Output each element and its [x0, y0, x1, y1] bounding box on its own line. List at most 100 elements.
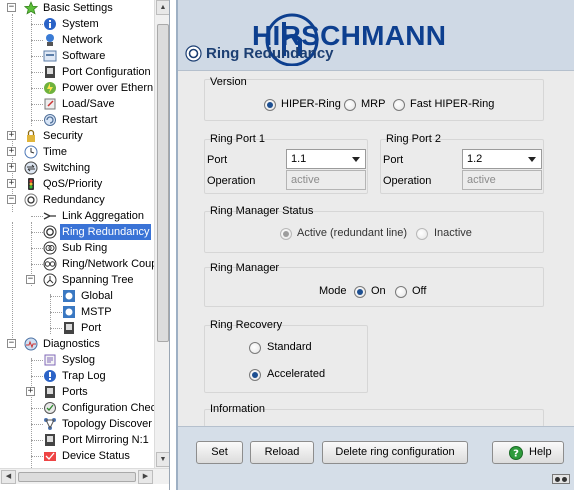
scroll-thumb-horizontal[interactable] — [18, 472, 136, 482]
accelerated-radio[interactable] — [249, 369, 261, 381]
hiper-ring-label[interactable]: HIPER-Ring — [281, 98, 341, 110]
tree-item-label[interactable]: System — [60, 16, 101, 32]
standard-label[interactable]: Standard — [267, 341, 312, 353]
tree-item-label[interactable]: Ports — [60, 384, 90, 400]
collapse-icon[interactable]: − — [26, 275, 35, 284]
tree-item-label[interactable]: Device Status — [60, 448, 132, 464]
collapse-icon[interactable]: − — [7, 195, 16, 204]
tree-item-label[interactable]: Redundancy — [41, 192, 107, 208]
tree-item-label[interactable]: MSTP — [79, 304, 114, 320]
tree-item[interactable]: Port Configuration — [0, 64, 154, 80]
tree-item[interactable]: + Security — [0, 128, 154, 144]
tree-item-label[interactable]: QoS/Priority — [41, 176, 104, 192]
star-icon — [23, 1, 39, 15]
tree-vertical-scrollbar[interactable]: ▲ ▼ — [154, 0, 169, 468]
tree-item[interactable]: Port — [0, 320, 154, 336]
tree-connector — [31, 264, 43, 265]
mrp-label[interactable]: MRP — [361, 98, 385, 110]
tree-item[interactable]: System — [0, 16, 154, 32]
tree-item-label[interactable]: Port Mirroring N:1 — [60, 432, 151, 448]
tree-item-label[interactable]: Configuration Chec — [60, 400, 154, 416]
set-button[interactable]: Set — [196, 441, 243, 464]
tree-item-label[interactable]: Link Aggregation — [60, 208, 146, 224]
tree-item-label[interactable]: Security — [41, 128, 85, 144]
tree-horizontal-scrollbar[interactable]: ◀ ▶ — [0, 468, 169, 484]
tree-item-label[interactable]: Basic Settings — [41, 0, 115, 16]
accelerated-label[interactable]: Accelerated — [267, 368, 325, 380]
tree-item-label[interactable]: Sub Ring — [60, 240, 109, 256]
expand-icon[interactable]: + — [7, 179, 16, 188]
tree-item[interactable]: − Spanning Tree — [0, 272, 154, 288]
expand-icon[interactable]: + — [7, 131, 16, 140]
mrp-radio[interactable] — [344, 99, 356, 111]
tree-item-label[interactable]: Global — [79, 288, 115, 304]
mode-off-label[interactable]: Off — [412, 285, 426, 297]
expand-icon[interactable]: + — [7, 147, 16, 156]
tree-item[interactable]: Sub Ring — [0, 240, 154, 256]
tree-item[interactable]: Software — [0, 48, 154, 64]
tree-item[interactable]: − Redundancy — [0, 192, 154, 208]
hiper-ring-radio[interactable] — [264, 99, 276, 111]
tree-item-label[interactable]: Trap Log — [60, 368, 108, 384]
expand-icon[interactable]: + — [7, 163, 16, 172]
tree-item[interactable]: + Ports — [0, 384, 154, 400]
mode-off-radio[interactable] — [395, 286, 407, 298]
tree-item[interactable]: − Basic Settings — [0, 0, 154, 16]
tree-item-label[interactable]: Power over Ethern — [60, 80, 154, 96]
tree-item-label[interactable]: Time — [41, 144, 69, 160]
chevron-down-icon[interactable] — [352, 157, 360, 162]
tree-item[interactable]: Ring/Network Coup — [0, 256, 154, 272]
tree-item-label[interactable]: Load/Save — [60, 96, 117, 112]
tree-item[interactable]: − Diagnostics — [0, 336, 154, 352]
collapse-icon[interactable]: − — [7, 339, 16, 348]
tree-item[interactable]: + Time — [0, 144, 154, 160]
standard-radio[interactable] — [249, 342, 261, 354]
tree-item-label[interactable]: Topology Discover — [60, 416, 154, 432]
tree-item-label[interactable]: Port — [79, 320, 103, 336]
fast-hiper-ring-label[interactable]: Fast HIPER-Ring — [410, 98, 494, 110]
fast-hiper-ring-radio[interactable] — [393, 99, 405, 111]
tree-item[interactable]: Power over Ethern — [0, 80, 154, 96]
scroll-right-icon[interactable]: ▶ — [138, 470, 153, 484]
tree-item-label[interactable]: Syslog — [60, 352, 97, 368]
tree-item-label[interactable]: Restart — [60, 112, 99, 128]
scroll-thumb[interactable] — [157, 24, 169, 342]
tree-item[interactable]: MSTP — [0, 304, 154, 320]
tree-item-label[interactable]: Diagnostics — [41, 336, 102, 352]
tree-item[interactable]: Syslog — [0, 352, 154, 368]
tree-item-label[interactable]: Ring/Network Coup — [60, 256, 154, 272]
tree-item[interactable]: Configuration Chec — [0, 400, 154, 416]
scroll-left-icon[interactable]: ◀ — [1, 470, 16, 484]
chevron-down-icon[interactable] — [528, 157, 536, 162]
expand-icon[interactable]: + — [26, 387, 35, 396]
tree-item[interactable]: + QoS/Priority — [0, 176, 154, 192]
tree-item-label[interactable]: Spanning Tree — [60, 272, 136, 288]
tree-item-label[interactable]: Ring Redundancy — [60, 224, 152, 240]
ring-port-1-port-select[interactable]: 1.1 — [286, 149, 366, 169]
tree-item-label[interactable]: Switching — [41, 160, 92, 176]
tree-item[interactable]: Device Status — [0, 448, 154, 464]
tree-item[interactable]: Ring Redundancy — [0, 224, 154, 240]
tree-item[interactable]: Topology Discover — [0, 416, 154, 432]
collapse-icon[interactable]: − — [7, 3, 16, 12]
tree-item[interactable]: Port Mirroring N:1 — [0, 432, 154, 448]
tree-item[interactable]: Load/Save — [0, 96, 154, 112]
tree-item[interactable]: + Switching — [0, 160, 154, 176]
ring-port-2-port-select[interactable]: 1.2 — [462, 149, 542, 169]
tree-item[interactable]: Global — [0, 288, 154, 304]
delete-ring-configuration-button[interactable]: Delete ring configuration — [322, 441, 468, 464]
mode-on-label[interactable]: On — [371, 285, 386, 297]
tree-item[interactable]: Network — [0, 32, 154, 48]
scroll-up-icon[interactable]: ▲ — [156, 0, 169, 15]
tree-item[interactable]: Trap Log — [0, 368, 154, 384]
tree-item[interactable]: Restart — [0, 112, 154, 128]
tree-item-label[interactable]: Network — [60, 32, 104, 48]
tree-item[interactable]: Link Aggregation — [0, 208, 154, 224]
reload-button[interactable]: Reload — [250, 441, 314, 464]
scroll-down-icon[interactable]: ▼ — [156, 452, 169, 467]
tree-item-label[interactable]: Software — [60, 48, 107, 64]
mode-on-radio[interactable] — [354, 286, 366, 298]
help-button[interactable]: ? Help — [492, 441, 564, 464]
trap-log-icon — [43, 369, 57, 383]
tree-item-label[interactable]: Port Configuration — [60, 64, 153, 80]
